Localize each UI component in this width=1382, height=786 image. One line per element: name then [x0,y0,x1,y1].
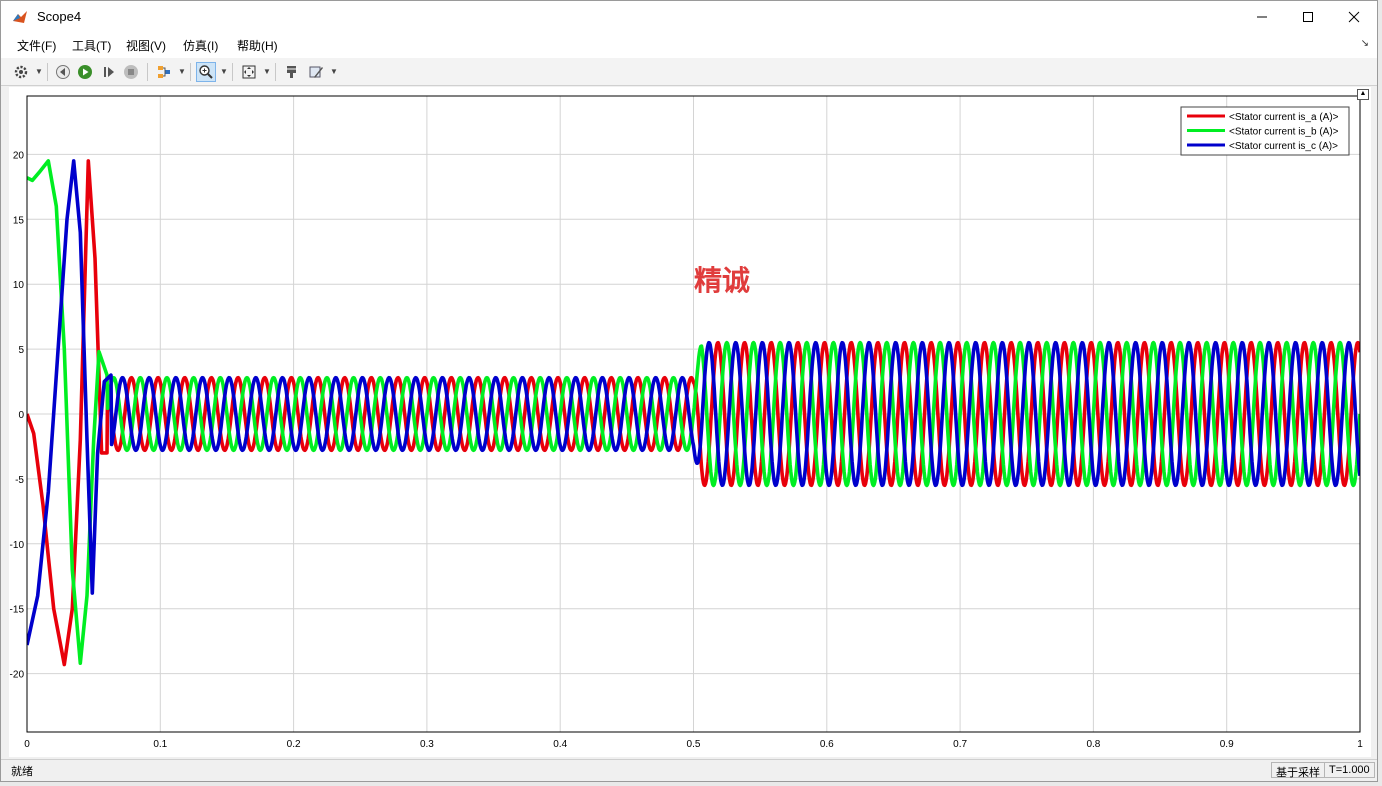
x-tick-label: 0.9 [1220,739,1234,750]
time-indicator: T=1.000 [1324,762,1375,778]
y-tick-label: -15 [10,605,25,616]
sample-mode-indicator: 基于采样 [1271,762,1325,779]
y-tick-label: 15 [13,215,25,226]
toolbar-separator [47,63,48,81]
undock-icon[interactable]: ▲ [1357,89,1369,100]
x-tick-label: 0.6 [820,739,834,750]
y-tick-label: 0 [18,410,24,421]
y-tick-label: -5 [15,475,24,486]
status-text: 就绪 [11,766,33,778]
menu-bar: 文件(F) 工具(T) 视图(V) 仿真(I) 帮助(H) ↘ [1,32,1377,58]
autoscale-icon[interactable] [239,62,259,82]
status-bar: 就绪 基于采样 T=1.000 [1,759,1377,781]
scope-plot-area[interactable]: 0 0.1 0.2 0.3 0.4 0.5 0.6 0.7 0.8 0.9 1 -20 -15 -10 -5… [9,87,1371,757]
y-tick-label: -20 [10,670,25,681]
matlab-app-icon [12,9,28,25]
settings-gear-icon[interactable] [11,62,31,82]
y-tick-label: -10 [10,540,25,551]
x-tick-label: 0.8 [1086,739,1100,750]
watermark-text: 精诚 [694,264,750,297]
menu-file[interactable]: 文件(F) [17,37,56,54]
toolbar: ▼ ▼ ▼ ▼ ▼ [1,58,1377,86]
y-tick-label: 10 [13,280,25,291]
toolbar-separator [275,63,276,81]
signal-selector-dropdown-icon[interactable]: ▼ [178,67,186,76]
x-tick-label: 0.3 [420,739,434,750]
autoscale-dropdown-icon[interactable]: ▼ [263,67,271,76]
menu-tools[interactable]: 工具(T) [72,37,111,54]
x-tick-label: 1 [1357,739,1363,750]
toolbar-separator [190,63,191,81]
zoom-icon[interactable] [196,62,216,82]
maximize-button[interactable] [1285,1,1331,32]
settings-dropdown-icon[interactable]: ▼ [35,67,43,76]
title-bar: Scope4 [1,1,1377,32]
x-tick-label: 0.1 [153,739,167,750]
close-button[interactable] [1331,1,1377,32]
signal-selector-icon[interactable] [154,62,174,82]
legend-label: <Stator current is_a (A)> [1229,112,1339,123]
stop-icon[interactable] [121,62,141,82]
scope-window: Scope4 文件(F) 工具(T) 视图(V) 仿真(I) 帮助(H) ↘ ▼ [0,0,1378,782]
menu-help[interactable]: 帮助(H) [237,37,278,54]
menu-view[interactable]: 视图(V) [126,37,166,54]
style-dropdown-icon[interactable]: ▼ [330,67,338,76]
x-tick-label: 0.5 [687,739,701,750]
window-title: Scope4 [37,9,82,24]
y-tick-label: 5 [18,345,24,356]
x-tick-label: 0.7 [953,739,967,750]
run-icon[interactable] [75,62,95,82]
menu-simulation[interactable]: 仿真(I) [183,37,218,54]
toolbar-separator [232,63,233,81]
y-tick-label: 20 [13,150,25,161]
x-tick-label: 0 [24,739,30,750]
legend-label: <Stator current is_c (A)> [1229,141,1338,152]
minimize-button[interactable] [1239,1,1285,32]
toolbar-separator [147,63,148,81]
x-tick-label: 0.2 [287,739,301,750]
style-icon[interactable] [306,62,326,82]
zoom-dropdown-icon[interactable]: ▼ [220,67,228,76]
menu-collapse-arrow-icon[interactable]: ↘ [1361,38,1369,49]
step-back-icon[interactable] [53,62,73,82]
highlight-icon[interactable] [282,62,302,82]
step-forward-icon[interactable] [99,62,119,82]
stator-current-chart[interactable]: 0 0.1 0.2 0.3 0.4 0.5 0.6 0.7 0.8 0.9 1 -20 -15 -10 -5… [9,87,1371,757]
legend-label: <Stator current is_b (A)> [1229,127,1339,138]
x-tick-label: 0.4 [553,739,567,750]
